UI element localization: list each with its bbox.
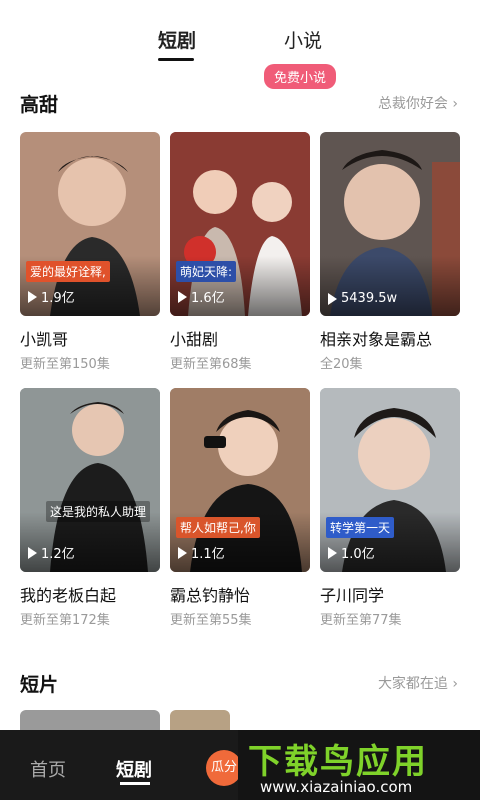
section-more-short[interactable]: 大家都在追 › [378,673,458,693]
play-icon [178,546,187,559]
watermark: 下载鸟应用 www.xiazainiao.com [238,730,480,800]
drama-thumbnail[interactable]: 帮人如帮己,你 1.1亿 [170,388,310,572]
play-icon [328,546,337,559]
chevron-right-icon: › [452,676,458,692]
thumbnail-shade [320,256,460,316]
drama-episodes: 更新至第77集 [320,613,402,628]
section-title-sweet: 高甜 [20,94,59,116]
drama-card[interactable]: 5439.5w 相亲对象是霸总 全20集 [320,132,460,372]
play-count: 1.2亿 [28,543,75,562]
drama-episodes: 全20集 [320,357,363,372]
nav-drama[interactable]: 短剧 [116,756,152,782]
play-icon [328,292,337,305]
tab-novel[interactable]: 小说 [284,26,322,53]
drama-title: 我的老板白起 [20,586,117,605]
play-count-value: 1.9亿 [41,291,75,306]
drama-card[interactable]: 爱的最好诠释, 1.9亿 小凯哥 更新至第150集 [20,132,160,372]
tab-active-indicator [158,58,194,61]
section-more-label: 总裁你好会 [377,96,448,112]
play-count-value: 1.0亿 [341,547,375,562]
tab-drama[interactable]: 短剧 [158,26,196,53]
drama-title: 小凯哥 [20,330,69,349]
drama-card[interactable]: 转学第一天 1.0亿 子川同学 更新至第77集 [320,388,460,628]
thumbnail-caption: 这是我的私人助理 [46,501,151,522]
thumbnail-caption: 帮人如帮己,你 [176,517,260,538]
drama-episodes: 更新至第55集 [170,613,252,628]
section-title-short: 短片 [20,674,59,696]
thumbnail-caption: 转学第一天 [326,517,395,538]
top-tabs: 短剧 小说 免费小说 [0,22,480,89]
short-thumbnail[interactable] [170,710,230,730]
section-more-sweet[interactable]: 总裁你好会 › [378,93,458,113]
drama-title: 霸总钓静怡 [170,586,251,605]
drama-title: 子川同学 [320,586,385,605]
chevron-right-icon: › [452,96,458,112]
play-count-value: 1.6亿 [191,291,225,306]
drama-thumbnail[interactable]: 萌妃天降: 1.6亿 [170,132,310,316]
thumbnail-caption: 萌妃天降: [176,261,237,282]
play-count-value: 1.1亿 [191,547,225,562]
drama-card[interactable]: 这是我的私人助理 1.2亿 我的老板白起 更新至第172集 [20,388,160,628]
drama-episodes: 更新至第150集 [20,357,110,372]
drama-thumbnail[interactable]: 转学第一天 1.0亿 [320,388,460,572]
bottom-nav: 首页 短剧 瓜分 下载鸟应用 www.xiazainiao.com [0,730,480,800]
play-count: 5439.5w [328,291,397,306]
drama-card[interactable]: 帮人如帮己,你 1.1亿 霸总钓静怡 更新至第55集 [170,388,310,628]
drama-title: 小甜剧 [170,330,219,349]
drama-card[interactable]: 萌妃天降: 1.6亿 小甜剧 更新至第68集 [170,132,310,372]
free-novel-badge[interactable]: 免费小说 [264,64,337,89]
play-count-value: 1.2亿 [41,547,75,562]
play-icon [28,546,37,559]
nav-active-indicator [120,782,150,785]
play-count: 1.6亿 [178,287,225,306]
drama-thumbnail[interactable]: 这是我的私人助理 1.2亿 [20,388,160,572]
drama-title: 相亲对象是霸总 [320,330,433,349]
watermark-title: 下载鸟应用 [248,742,428,782]
section-more-label: 大家都在追 [377,676,448,692]
play-icon [178,290,187,303]
nav-home[interactable]: 首页 [30,756,66,782]
play-count: 1.0亿 [328,543,375,562]
gua-fen-badge[interactable]: 瓜分 [206,750,242,786]
play-icon [28,290,37,303]
short-thumbnail[interactable] [20,710,160,730]
play-count: 1.1亿 [178,543,225,562]
drama-thumbnail[interactable]: 爱的最好诠释, 1.9亿 [20,132,160,316]
watermark-url: www.xiazainiao.com [260,778,413,796]
drama-thumbnail[interactable]: 5439.5w [320,132,460,316]
drama-episodes: 更新至第172集 [20,613,110,628]
thumbnail-caption: 爱的最好诠释, [26,261,110,282]
drama-episodes: 更新至第68集 [170,357,252,372]
play-count-value: 5439.5w [341,291,398,306]
play-count: 1.9亿 [28,287,75,306]
